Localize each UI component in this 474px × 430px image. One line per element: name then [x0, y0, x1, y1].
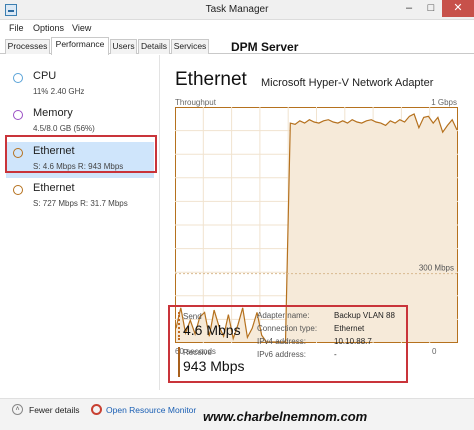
sidebar-item-title: CPU — [33, 70, 57, 82]
menu-options[interactable]: Options — [33, 23, 64, 33]
detail-key-connection-type: Connection type: — [257, 324, 318, 333]
ethernet-status-icon — [13, 185, 23, 195]
sidebar-item-subtitle: 4.5/8.0 GB (56%) — [33, 124, 95, 133]
sidebar-highlight-box — [5, 135, 157, 173]
sidebar-item-title: Memory — [33, 107, 73, 119]
sidebar-item-title: Ethernet — [33, 182, 75, 194]
sidebar-item-cpu[interactable]: CPU 11% 2.40 GHz — [6, 67, 154, 103]
sidebar-item-subtitle: 11% 2.40 GHz — [33, 87, 85, 96]
detail-key-adapter-name: Adapter name: — [257, 311, 310, 320]
receive-value: 943 Mbps — [183, 358, 245, 374]
chevron-up-icon[interactable]: ˄ — [12, 404, 23, 415]
detail-value-adapter-name: Backup VLAN 88 — [334, 311, 395, 320]
tab-users[interactable]: Users — [110, 39, 137, 54]
tab-details[interactable]: Details — [138, 39, 170, 54]
cpu-status-icon — [13, 73, 23, 83]
detail-key-ipv6: IPv6 address: — [257, 350, 306, 359]
maximize-button[interactable]: □ — [420, 0, 442, 17]
minimize-button[interactable]: – — [398, 0, 420, 17]
detail-value-ipv6: - — [334, 350, 337, 359]
watermark-text: www.charbelnemnom.com — [203, 409, 368, 424]
open-resource-monitor-link[interactable]: Open Resource Monitor — [106, 405, 196, 415]
close-button[interactable]: ✕ — [442, 0, 474, 17]
fewer-details-link[interactable]: Fewer details — [29, 405, 80, 415]
detail-value-ipv4: 10.10.88.7 — [334, 337, 372, 346]
performance-sidebar: CPU 11% 2.40 GHz Memory 4.5/8.0 GB (56%)… — [0, 55, 160, 390]
send-legend-marker — [178, 312, 180, 340]
tab-performance[interactable]: Performance — [51, 37, 109, 55]
sidebar-item-subtitle: S: 727 Mbps R: 31.7 Mbps — [33, 199, 128, 208]
resource-title: Ethernet — [175, 69, 247, 90]
tab-processes[interactable]: Processes — [5, 39, 50, 54]
adapter-description: Microsoft Hyper-V Network Adapter — [261, 77, 434, 89]
menu-file[interactable]: File — [9, 23, 24, 33]
sidebar-item-ethernet-2[interactable]: Ethernet S: 727 Mbps R: 31.7 Mbps — [6, 179, 154, 215]
overlay-server-label: DPM Server — [231, 40, 299, 54]
title-bar: Task Manager – □ ✕ — [0, 0, 474, 20]
resource-monitor-icon[interactable] — [91, 404, 102, 415]
graph-scale-label: 300 Mbps — [419, 264, 454, 273]
receive-label: Receive — [183, 348, 212, 357]
memory-status-icon — [13, 110, 23, 120]
menu-bar: File Options View — [0, 21, 474, 37]
throughput-label: Throughput — [175, 98, 216, 107]
graph-zero-label: 0 — [432, 347, 437, 356]
tab-services[interactable]: Services — [171, 39, 209, 54]
send-value: 4.6 Mbps — [183, 322, 241, 338]
detail-key-ipv4: IPv4 address: — [257, 337, 306, 346]
send-label: Send — [183, 312, 202, 321]
graph-max-label: 1 Gbps — [431, 98, 457, 107]
menu-view[interactable]: View — [72, 23, 91, 33]
detail-value-connection-type: Ethernet — [334, 324, 365, 333]
receive-legend-marker — [178, 347, 180, 377]
